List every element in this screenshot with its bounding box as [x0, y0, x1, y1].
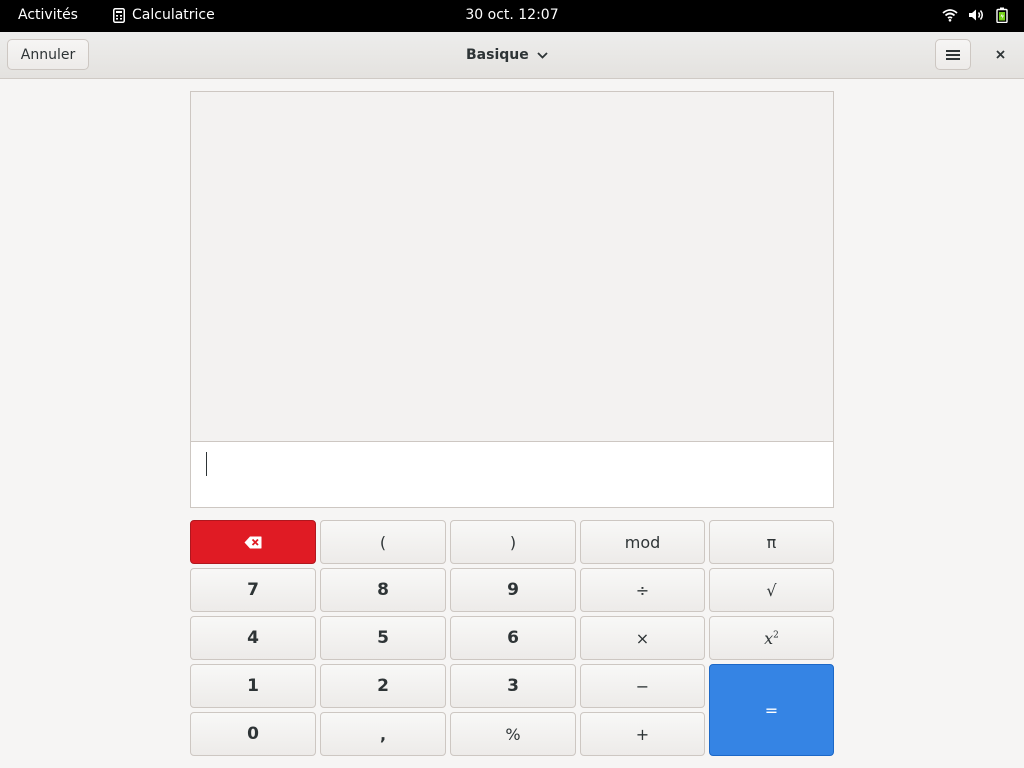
modulo-button[interactable]: mod — [580, 520, 705, 564]
app-name: Calculatrice — [132, 7, 215, 23]
battery-icon — [996, 7, 1008, 23]
digit-7-button[interactable]: 7 — [190, 568, 316, 612]
expression-entry[interactable] — [190, 441, 834, 508]
volume-icon — [969, 9, 983, 21]
clock[interactable]: 30 oct. 12:07 — [465, 7, 558, 23]
calculator-icon — [113, 7, 125, 23]
chevron-down-icon — [537, 51, 548, 59]
subtract-button[interactable]: − — [580, 664, 705, 708]
app-menu[interactable]: Calculatrice — [113, 7, 215, 23]
close-icon — [996, 50, 1005, 59]
wifi-icon — [942, 9, 958, 22]
top-bar: Activités Calculatrice 30 oct. 12:07 — [0, 0, 1024, 32]
digit-8-button[interactable]: 8 — [320, 568, 446, 612]
mode-label: Basique — [466, 47, 529, 63]
add-button[interactable]: + — [580, 712, 705, 756]
backspace-button[interactable] — [190, 520, 316, 564]
digit-9-button[interactable]: 9 — [450, 568, 576, 612]
digit-1-button[interactable]: 1 — [190, 664, 316, 708]
mode-selector[interactable]: Basique — [466, 44, 548, 66]
divide-button[interactable]: ÷ — [580, 568, 705, 612]
text-cursor — [206, 452, 207, 476]
hamburger-menu-icon — [946, 49, 960, 60]
close-paren-button[interactable]: ) — [450, 520, 576, 564]
multiply-button[interactable]: × — [580, 616, 705, 660]
system-tray[interactable] — [942, 7, 1008, 23]
digit-5-button[interactable]: 5 — [320, 616, 446, 660]
square-root-button[interactable]: √ — [709, 568, 834, 612]
main-menu-button[interactable] — [935, 39, 971, 70]
activities-button[interactable]: Activités — [18, 7, 78, 23]
digit-2-button[interactable]: 2 — [320, 664, 446, 708]
cancel-button[interactable]: Annuler — [7, 39, 89, 70]
percent-button[interactable]: % — [450, 712, 576, 756]
digit-3-button[interactable]: 3 — [450, 664, 576, 708]
equals-button[interactable]: = — [709, 664, 834, 756]
digit-0-button[interactable]: 0 — [190, 712, 316, 756]
pi-button[interactable]: π — [709, 520, 834, 564]
square-button[interactable]: x2 — [709, 616, 834, 660]
backspace-icon — [244, 536, 262, 548]
open-paren-button[interactable]: ( — [320, 520, 446, 564]
decimal-comma-button[interactable]: , — [320, 712, 446, 756]
digit-6-button[interactable]: 6 — [450, 616, 576, 660]
header-bar: Annuler Basique — [0, 32, 1024, 79]
digit-4-button[interactable]: 4 — [190, 616, 316, 660]
close-button[interactable] — [985, 39, 1016, 70]
square-label: x2 — [764, 628, 779, 648]
history-panel — [190, 91, 834, 442]
